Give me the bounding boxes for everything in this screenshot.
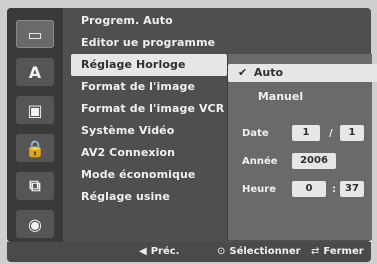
date-label: Date [242,128,269,139]
hint-select[interactable]: ⊙ Sélectionner [217,246,301,257]
menu-item-reglage-usine[interactable]: Réglage usine [71,186,227,208]
screen-background: ▭ A ▣ 🔒 ⧉ ◉ Progrem. Auto Editor ue prog… [0,0,377,264]
film-icon[interactable]: ▭ [16,20,54,48]
menu-item-progrem-auto[interactable]: Progrem. Auto [71,10,227,32]
menu-item-av2-connexion[interactable]: AV2 Connexion [71,142,227,164]
option-manuel-label: Manuel [257,90,304,103]
disc-icon[interactable]: ◉ [16,210,54,238]
option-auto[interactable]: ✔ Auto [228,64,377,82]
settings-menu: Progrem. Auto Editor ue programme Réglag… [71,10,227,208]
checkmark-icon: ✔ [238,66,248,79]
speaker-icon[interactable]: ▣ [16,96,54,124]
year-field[interactable]: 2006 [292,153,336,169]
hint-close[interactable]: ⇄ Fermer [311,246,364,257]
left-icon-bar: ▭ A ▣ 🔒 ⧉ ◉ [7,8,63,242]
menu-item-format-image[interactable]: Format de l'image [71,76,227,98]
time-label: Heure [242,184,276,195]
enter-icon: ⊙ [217,246,226,257]
time-hour-field[interactable]: 0 [292,181,326,197]
menu-item-mode-economique[interactable]: Mode économique [71,164,227,186]
menu-item-editor[interactable]: Editor ue programme [71,32,227,54]
option-manuel[interactable]: Manuel [238,88,303,106]
lock-icon[interactable]: 🔒 [16,134,54,162]
date-day-field[interactable]: 1 [292,125,320,141]
language-icon[interactable]: A [16,58,54,86]
return-icon: ⇄ [311,246,320,257]
footer-help-bar: ◀ Préc. ⊙ Sélectionner ⇄ Fermer [7,242,371,262]
clock-settings-panel: ✔ Auto Manuel Date 1 / 1 Année 2006 Heur… [227,54,377,240]
time-separator: : [332,184,336,195]
date-month-field[interactable]: 1 [340,125,364,141]
date-separator: / [329,128,333,139]
year-label: Année [242,156,278,167]
time-minute-field[interactable]: 37 [340,181,364,197]
menu-item-systeme-video[interactable]: Système Vidéo [71,120,227,142]
left-arrow-icon: ◀ [139,246,147,257]
record-icon[interactable]: ⧉ [16,172,54,200]
menu-item-format-image-vcr[interactable]: Format de l'image VCR [71,98,227,120]
hint-prev[interactable]: ◀ Préc. [139,246,179,257]
option-auto-label: Auto [253,66,284,79]
menu-item-reglage-horloge[interactable]: Réglage Horloge [71,54,227,76]
